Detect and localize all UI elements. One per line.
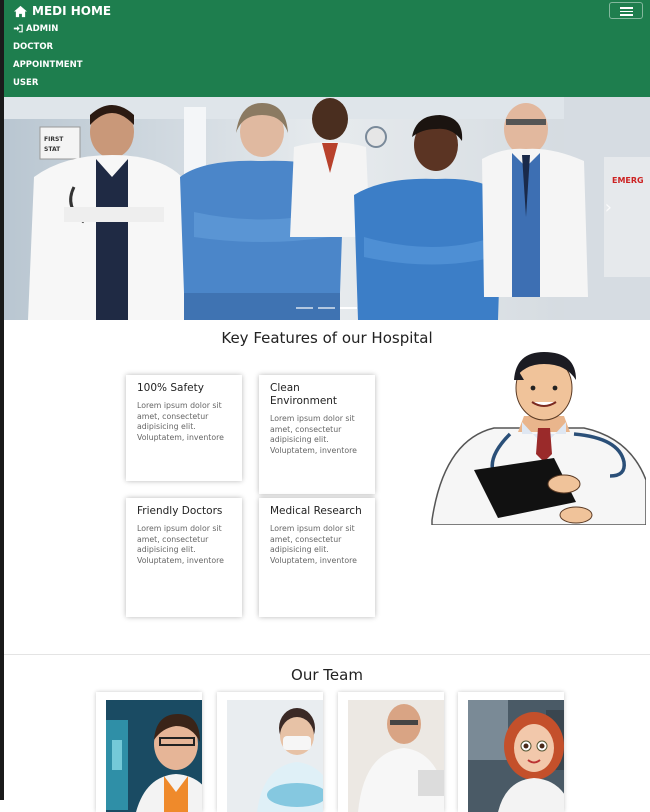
- team-member-photo: [227, 700, 323, 812]
- team-title: Our Team: [291, 666, 363, 684]
- features-title: Key Features of our Hospital: [221, 329, 433, 347]
- carousel-indicator[interactable]: [296, 307, 313, 309]
- nav-link-label: ADMIN: [26, 24, 59, 34]
- nav-link-label: USER: [13, 78, 39, 88]
- svg-text:EMERG: EMERG: [612, 176, 644, 185]
- menu-toggle-button[interactable]: [609, 2, 643, 19]
- feature-card-title: Clean Environment: [270, 382, 338, 407]
- feature-card-title: 100% Safety: [137, 382, 204, 394]
- feature-card: Medical Research Lorem ipsum dolor sit a…: [259, 498, 375, 617]
- navbar: MEDI HOME ADMIN DOCTOR APPOINTMENT USER: [4, 0, 650, 97]
- hero-carousel: EMERG FIRST STAT ›: [4, 97, 650, 320]
- team-member-photo: [106, 700, 202, 812]
- team-member-photo: [468, 700, 564, 812]
- nav-link-user[interactable]: USER: [13, 77, 83, 95]
- section-divider: [4, 654, 650, 655]
- hero-image: EMERG FIRST STAT: [4, 97, 650, 320]
- nav-link-appointment[interactable]: APPOINTMENT: [13, 59, 83, 77]
- nav-link-label: DOCTOR: [13, 42, 54, 52]
- carousel-indicators: [296, 307, 357, 309]
- sign-in-icon: [13, 24, 23, 33]
- feature-card-text: Lorem ipsum dolor sit amet, consectetur …: [137, 401, 224, 443]
- team-member-card[interactable]: [338, 692, 444, 812]
- nav-link-doctor[interactable]: DOCTOR: [13, 41, 83, 59]
- feature-card-text: Lorem ipsum dolor sit amet, consectetur …: [137, 524, 224, 566]
- carousel-indicator-active[interactable]: [340, 307, 357, 309]
- carousel-next-icon[interactable]: ›: [605, 197, 612, 218]
- feature-card-text: Lorem ipsum dolor sit amet, consectetur …: [270, 414, 357, 456]
- window-edge: [0, 0, 4, 800]
- brand-name: MEDI HOME: [32, 4, 112, 18]
- feature-card: 100% Safety Lorem ipsum dolor sit amet, …: [126, 375, 242, 481]
- feature-card-title: Medical Research: [270, 505, 362, 517]
- nav-link-label: APPOINTMENT: [13, 60, 83, 70]
- svg-text:FIRST: FIRST: [44, 136, 64, 143]
- carousel-indicator[interactable]: [318, 307, 335, 309]
- team-member-card[interactable]: [458, 692, 564, 812]
- feature-card-title: Friendly Doctors: [137, 505, 223, 517]
- feature-card: Clean Environment Lorem ipsum dolor sit …: [259, 375, 375, 494]
- team-member-card[interactable]: [217, 692, 323, 812]
- doctor-illustration: [431, 352, 646, 525]
- nav-link-admin[interactable]: ADMIN: [13, 23, 83, 41]
- nav-menu: ADMIN DOCTOR APPOINTMENT USER: [13, 23, 83, 95]
- feature-card: Friendly Doctors Lorem ipsum dolor sit a…: [126, 498, 242, 617]
- team-member-card[interactable]: [96, 692, 202, 812]
- brand-logo[interactable]: MEDI HOME: [13, 4, 111, 18]
- hamburger-icon: [620, 7, 633, 9]
- feature-card-text: Lorem ipsum dolor sit amet, consectetur …: [270, 524, 357, 566]
- team-member-photo: [348, 700, 444, 812]
- home-icon: [14, 5, 27, 17]
- svg-text:STAT: STAT: [44, 146, 61, 153]
